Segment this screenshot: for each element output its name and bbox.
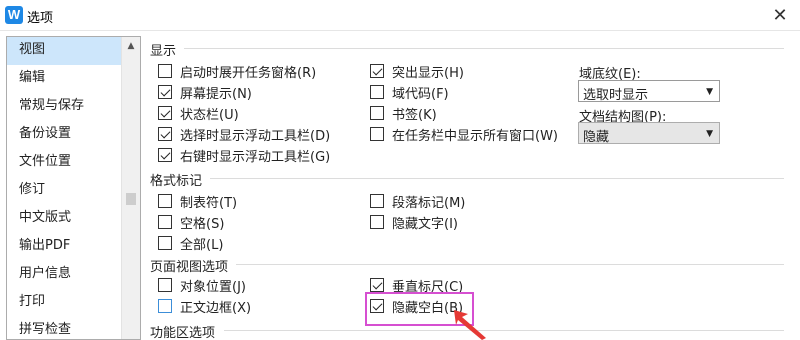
checkbox-box[interactable] — [370, 106, 384, 120]
checkbox-text-boundaries[interactable]: 正文边框(X) — [158, 297, 252, 316]
field-shading-select[interactable]: 选取时显示 ▼ — [578, 80, 720, 103]
checkbox-box[interactable] — [370, 85, 384, 99]
checkbox-label: 制表符(T) — [180, 195, 238, 211]
sidebar-item-revision[interactable]: 修订 — [7, 177, 122, 205]
section-title-page-view: 页面视图选项 — [150, 256, 233, 275]
checkbox-label: 书签(K) — [392, 107, 437, 123]
scroll-up-arrow-icon[interactable]: ▲ — [122, 37, 140, 55]
checkbox-label: 垂直标尺(C) — [392, 279, 464, 295]
checkbox-label: 域代码(F) — [392, 86, 449, 102]
checkbox-show-all-windows[interactable]: 在任务栏中显示所有窗口(W) — [370, 125, 558, 144]
checkbox-all-marks[interactable]: 全部(L) — [158, 234, 224, 253]
sidebar-item-general-save[interactable]: 常规与保存 — [7, 93, 122, 121]
doc-structure-select[interactable]: 隐藏 ▼ — [578, 122, 720, 145]
checkbox-box[interactable] — [370, 64, 384, 78]
section-title-display: 显示 — [150, 40, 181, 59]
checkbox-box[interactable] — [158, 278, 172, 292]
checkbox-spaces[interactable]: 空格(S) — [158, 213, 225, 232]
wps-app-icon: W — [5, 6, 23, 24]
checkbox-object-anchors[interactable]: 对象位置(J) — [158, 276, 246, 295]
checkbox-box[interactable] — [370, 215, 384, 229]
checkbox-label: 状态栏(U) — [180, 107, 239, 123]
checkbox-box[interactable] — [370, 278, 384, 292]
checkbox-label: 右键时显示浮动工具栏(G) — [180, 149, 331, 165]
checkbox-label: 空格(S) — [180, 216, 225, 232]
checkbox-box[interactable] — [158, 85, 172, 99]
checkbox-label: 段落标记(M) — [392, 195, 466, 211]
options-content: 显示 启动时展开任务窗格(R) 屏幕提示(N) 状态栏(U) 选择时显示浮动工具… — [144, 36, 800, 340]
sidebar-item-print[interactable]: 打印 — [7, 289, 122, 317]
section-divider — [184, 48, 784, 49]
checkbox-label: 对象位置(J) — [180, 279, 246, 295]
checkbox-label: 全部(L) — [180, 237, 224, 253]
checkbox-tab-chars[interactable]: 制表符(T) — [158, 192, 238, 211]
sidebar-item-user-info[interactable]: 用户信息 — [7, 261, 122, 289]
checkbox-label: 启动时展开任务窗格(R) — [180, 65, 317, 81]
checkbox-label: 隐藏空白(B) — [392, 300, 464, 316]
sidebar-scrollbar[interactable]: ▲ — [121, 37, 140, 339]
close-button[interactable]: ✕ — [760, 0, 800, 31]
section-divider — [236, 264, 784, 265]
checkbox-label: 屏幕提示(N) — [180, 86, 252, 102]
checkbox-paragraph-marks[interactable]: 段落标记(M) — [370, 192, 466, 211]
checkbox-box[interactable] — [370, 127, 384, 141]
checkbox-vertical-ruler[interactable]: 垂直标尺(C) — [370, 276, 464, 295]
select-value: 隐藏 — [583, 130, 610, 145]
checkbox-box[interactable] — [158, 236, 172, 250]
scrollbar-thumb[interactable] — [126, 193, 136, 205]
checkbox-label: 在任务栏中显示所有窗口(W) — [392, 128, 558, 144]
checkbox-hidden-text[interactable]: 隐藏文字(I) — [370, 213, 458, 232]
section-title-ribbon: 功能区选项 — [150, 322, 220, 340]
sidebar-item-export-pdf[interactable]: 输出PDF — [7, 233, 122, 261]
sidebar-item-edit[interactable]: 编辑 — [7, 65, 122, 93]
select-value: 选取时显示 — [583, 88, 649, 103]
section-title-format-marks: 格式标记 — [150, 170, 207, 189]
dropdown-arrow-icon: ▼ — [706, 87, 713, 97]
checkbox-label: 正文边框(X) — [180, 300, 252, 316]
section-divider — [210, 178, 784, 179]
checkbox-box[interactable] — [158, 106, 172, 120]
section-divider — [224, 330, 784, 331]
checkbox-expand-task-pane[interactable]: 启动时展开任务窗格(R) — [158, 62, 317, 81]
checkbox-label: 隐藏文字(I) — [392, 216, 458, 232]
sidebar-item-view[interactable]: 视图 — [7, 37, 122, 65]
window-title: 选项 — [27, 11, 54, 26]
checkbox-box[interactable] — [158, 127, 172, 141]
title-bar: W 选项 ✕ — [0, 0, 800, 31]
sidebar-item-spell-check[interactable]: 拼写检查 — [7, 317, 122, 339]
checkbox-box[interactable] — [370, 299, 384, 313]
checkbox-label: 突出显示(H) — [392, 65, 464, 81]
sidebar-list: 视图 编辑 常规与保存 备份设置 文件位置 修订 中文版式 输出PDF 用户信息… — [7, 37, 122, 339]
checkbox-box[interactable] — [158, 64, 172, 78]
checkbox-screen-tips[interactable]: 屏幕提示(N) — [158, 83, 252, 102]
dropdown-arrow-icon: ▼ — [706, 129, 713, 139]
checkbox-box[interactable] — [370, 194, 384, 208]
checkbox-box[interactable] — [158, 194, 172, 208]
close-icon: ✕ — [772, 5, 788, 26]
checkbox-label: 选择时显示浮动工具栏(D) — [180, 128, 331, 144]
checkbox-box[interactable] — [158, 215, 172, 229]
checkbox-floating-toolbar-select[interactable]: 选择时显示浮动工具栏(D) — [158, 125, 331, 144]
options-sidebar: 视图 编辑 常规与保存 备份设置 文件位置 修订 中文版式 输出PDF 用户信息… — [6, 36, 141, 340]
checkbox-highlight[interactable]: 突出显示(H) — [370, 62, 464, 81]
checkbox-box[interactable] — [158, 148, 172, 162]
checkbox-status-bar[interactable]: 状态栏(U) — [158, 104, 239, 123]
checkbox-floating-toolbar-right-click[interactable]: 右键时显示浮动工具栏(G) — [158, 146, 331, 165]
sidebar-item-file-location[interactable]: 文件位置 — [7, 149, 122, 177]
sidebar-item-backup[interactable]: 备份设置 — [7, 121, 122, 149]
checkbox-bookmarks[interactable]: 书签(K) — [370, 104, 437, 123]
checkbox-hide-white-space[interactable]: 隐藏空白(B) — [370, 297, 464, 316]
checkbox-field-codes[interactable]: 域代码(F) — [370, 83, 449, 102]
sidebar-item-chinese-layout[interactable]: 中文版式 — [7, 205, 122, 233]
checkbox-box[interactable] — [158, 299, 172, 313]
